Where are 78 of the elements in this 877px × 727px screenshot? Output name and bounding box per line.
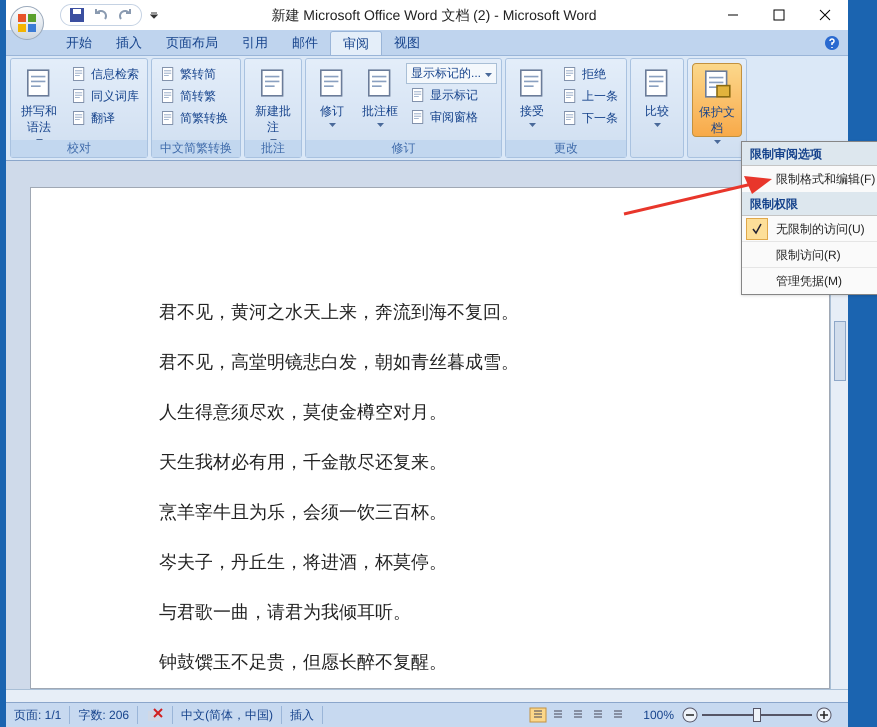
menu-item[interactable]: 限制格式和编辑(F) — [742, 166, 877, 192]
ribbon-small-button[interactable]: 信息检索 — [67, 62, 143, 85]
horizontal-scrollbar[interactable] — [6, 688, 848, 702]
ribbon-tab[interactable]: 开始 — [54, 30, 104, 55]
poem-line: 天生我材必有用，千金散尽还复来。 — [159, 450, 448, 475]
word-count[interactable]: 字数: 206 — [70, 706, 138, 724]
document-icon — [71, 110, 87, 126]
ribbon-large-button[interactable]: 新建批注 — [249, 62, 297, 137]
ribbon-small-button[interactable]: 翻译 — [67, 106, 143, 129]
group-label: 校对 — [11, 140, 147, 157]
poem-line: 君不见，黄河之水天上来，奔流到海不复回。 — [159, 300, 520, 325]
office-logo-icon — [17, 13, 37, 33]
insert-mode[interactable]: 插入 — [282, 706, 324, 724]
ribbon-small-button[interactable]: 同义词库 — [67, 84, 143, 107]
caret-icon — [485, 73, 492, 78]
help-icon[interactable] — [824, 34, 840, 51]
caret-icon — [654, 122, 661, 127]
poem-line: 与君歌一曲，请君为我倾耳听。 — [159, 600, 412, 625]
caret-icon — [328, 122, 336, 127]
poem-line: 人生得意须尽欢，莫使金樽空对月。 — [159, 400, 448, 425]
ribbon-large-button[interactable]: 拼写和语法 — [15, 62, 63, 137]
menu-section-header: 限制权限 — [742, 192, 877, 216]
document-icon — [71, 88, 87, 104]
ribbon-large-button[interactable]: 批注框 — [358, 62, 402, 137]
ribbon-small-button[interactable]: 上一条 — [558, 84, 622, 107]
poem-line: 烹羊宰牛且为乐，会须一饮三百杯。 — [159, 500, 448, 525]
group-label: 中文简繁转换 — [152, 140, 240, 157]
ribbon-small-button[interactable]: 拒绝 — [558, 62, 622, 85]
ribbon-small-button[interactable]: 简转繁 — [156, 84, 232, 107]
ribbon-large-button[interactable]: 接受 — [510, 62, 554, 137]
proofing-icon[interactable] — [146, 707, 164, 724]
caret-icon — [714, 140, 721, 144]
zoom-thumb[interactable] — [753, 708, 761, 722]
poem-line: 君不见，高堂明镜悲白发，朝如青丝暮成雪。 — [159, 350, 520, 375]
menu-item[interactable]: 管理凭据(M) — [742, 268, 877, 294]
document-icon — [410, 108, 426, 125]
group-label: 修订 — [306, 140, 502, 157]
menu-section-header: 限制审阅选项 — [742, 142, 877, 166]
ribbon-small-button[interactable]: 下一条 — [558, 106, 622, 129]
language-status[interactable]: 中文(简体，中国) — [172, 706, 282, 724]
poem-line: 岑夫子，丹丘生，将进酒，杯莫停。 — [159, 550, 448, 575]
ribbon-tab[interactable]: 视图 — [382, 30, 432, 55]
zoom-percent[interactable]: 100% — [635, 706, 682, 724]
group-label: 批注 — [245, 140, 301, 157]
ribbon-small-button[interactable]: 显示标记 — [406, 84, 498, 106]
ribbon-tab[interactable]: 邮件 — [280, 30, 330, 55]
zoom-slider[interactable] — [702, 708, 812, 722]
window-title: 新建 Microsoft Office Word 文档 (2) - Microsoft Word — [270, 6, 598, 25]
zoom-out-icon[interactable] — [682, 707, 698, 724]
ribbon-small-button[interactable]: 繁转简 — [156, 62, 232, 85]
document-icon — [71, 66, 87, 82]
ribbon-small-button[interactable]: 简繁转换 — [156, 106, 232, 129]
ribbon-tab[interactable]: 页面布局 — [154, 30, 230, 55]
scrollbar-thumb[interactable] — [834, 320, 846, 381]
page-count[interactable]: 页面: 1/1 — [6, 706, 70, 724]
document-icon — [160, 66, 176, 82]
caret-icon — [528, 122, 536, 127]
menu-item[interactable]: 无限制的访问(U) — [742, 216, 877, 242]
checkmark-icon — [746, 218, 768, 240]
office-button[interactable] — [10, 6, 44, 40]
ribbon-small-button[interactable]: 审阅窗格 — [406, 106, 498, 128]
view-mode-icon[interactable] — [529, 707, 548, 724]
customize-caret-icon[interactable] — [150, 11, 158, 19]
poem-line: 钟鼓馔玉不足贵，但愿长醉不复醒。 — [159, 650, 448, 675]
document-icon — [160, 110, 176, 126]
ribbon-tab[interactable]: 引用 — [230, 30, 280, 55]
markup-dropdown[interactable]: 显示标记的... — [406, 62, 498, 84]
zoom-in-icon[interactable] — [816, 707, 832, 724]
caret-icon — [376, 122, 384, 127]
menu-item[interactable]: 限制访问(R) — [742, 242, 877, 268]
group-label: 更改 — [506, 140, 626, 157]
document-icon — [160, 88, 176, 104]
ribbon-tab[interactable]: 插入 — [104, 30, 154, 55]
document-icon — [410, 86, 426, 103]
save-icon[interactable] — [69, 7, 85, 23]
ribbon-tab[interactable]: 审阅 — [330, 30, 382, 55]
ribbon-large-button[interactable]: 比较 — [635, 62, 680, 137]
ribbon-large-button[interactable]: 修订 — [310, 62, 354, 137]
